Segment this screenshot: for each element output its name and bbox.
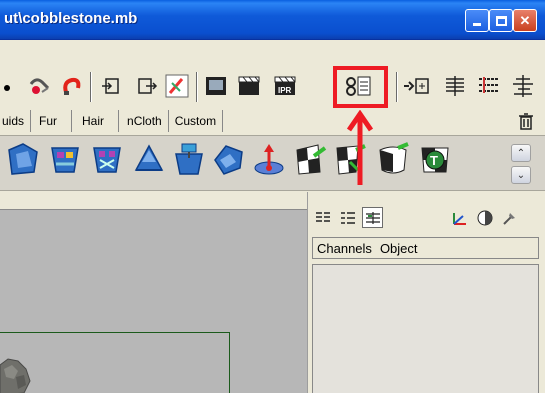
pin-icon[interactable] [499, 207, 520, 228]
ncloth-e-icon[interactable] [170, 140, 208, 180]
uv-texture-icon[interactable]: T [416, 140, 454, 180]
status-toolbar: IPR [0, 70, 545, 106]
tab-label: nCloth [127, 114, 162, 128]
shelf-tab-bar: uids Fur Hair nCloth Custom [0, 110, 224, 132]
trash-button[interactable] [515, 110, 537, 132]
ncloth-b-icon[interactable] [46, 140, 84, 180]
maximize-icon [495, 15, 507, 26]
chevron-down-icon: ⌄ [516, 169, 526, 181]
window-title: ut\cobblestone.mb [4, 10, 138, 27]
field-icon[interactable] [250, 140, 288, 180]
magnet-icon[interactable] [58, 70, 86, 102]
tab-label: Hair [82, 114, 105, 128]
history-icon[interactable] [162, 70, 192, 102]
title-bar: ut\cobblestone.mb ✕ [0, 0, 545, 40]
shading-icon[interactable] [474, 207, 495, 228]
trash-icon [519, 113, 533, 130]
close-button[interactable]: ✕ [513, 9, 537, 32]
channel-box-panel: Channels Object [307, 192, 545, 393]
tab-fur[interactable]: Fur [31, 110, 73, 132]
tab-fluids[interactable]: uids [0, 110, 32, 132]
cobblestone-mesh [0, 358, 31, 393]
axis-icon[interactable] [449, 207, 470, 228]
toolbar-separator [396, 72, 398, 102]
render-frame-icon[interactable] [202, 70, 230, 102]
channel-box-view-icon[interactable] [312, 207, 333, 228]
uv-edit-icon[interactable] [374, 140, 412, 180]
paint-select-icon[interactable] [26, 70, 54, 102]
ncloth-a-icon[interactable] [4, 140, 42, 180]
chevron-up-icon: ⌃ [516, 147, 526, 159]
tab-label: Fur [39, 114, 58, 128]
ncloth-f-icon[interactable] [210, 140, 248, 180]
perspective-viewport[interactable] [0, 192, 307, 393]
red-arrow-icon [346, 110, 374, 185]
outliner-icon[interactable] [474, 70, 504, 102]
attribute-icon[interactable] [508, 70, 538, 102]
toolbar-separator [90, 72, 92, 102]
channel-list[interactable] [312, 264, 539, 393]
tab-ncloth[interactable]: nCloth [119, 110, 169, 132]
channels-menu[interactable]: Channels [317, 241, 372, 256]
snap-icon[interactable] [402, 70, 432, 102]
svg-text:T: T [430, 153, 438, 168]
minimize-button[interactable] [465, 9, 489, 32]
tab-label: uids [2, 114, 25, 128]
svg-text:IPR: IPR [278, 86, 292, 95]
tab-custom[interactable]: Custom [168, 110, 224, 132]
tab-hair[interactable]: Hair [72, 110, 120, 132]
channel-box-toolbar [312, 207, 520, 229]
output-icon[interactable] [134, 70, 160, 102]
highlight-box [333, 66, 388, 108]
lasso-dot-icon[interactable] [0, 70, 14, 102]
ncloth-d-icon[interactable] [130, 140, 168, 180]
tab-label: Custom [174, 114, 217, 128]
channel-box-menu-bar: Channels Object [312, 237, 539, 259]
render-sequence-icon[interactable] [236, 70, 264, 102]
toolbar-separator [196, 72, 198, 102]
shelf-scroll-up-button[interactable]: ⌃ [511, 144, 531, 162]
ipr-render-icon[interactable]: IPR [272, 70, 300, 102]
ncloth-c-icon[interactable] [88, 140, 126, 180]
input-icon[interactable] [98, 70, 124, 102]
object-menu[interactable]: Object [380, 241, 418, 256]
viewport-menu-bar [0, 192, 307, 210]
shelf-scroll-down-button[interactable]: ⌄ [511, 166, 531, 184]
channel-layer-view-icon[interactable] [362, 207, 383, 228]
hypershade-icon[interactable] [440, 70, 470, 102]
layer-editor-view-icon[interactable] [337, 207, 358, 228]
close-icon: ✕ [519, 13, 531, 28]
shelf: T ⌃ ⌄ [0, 135, 545, 191]
maximize-button[interactable] [489, 9, 513, 32]
maya-window: ut\cobblestone.mb ✕ IPR uids Fur Hair nC… [0, 0, 545, 393]
minimize-icon [473, 23, 481, 26]
uv-checker-icon[interactable] [292, 140, 330, 180]
